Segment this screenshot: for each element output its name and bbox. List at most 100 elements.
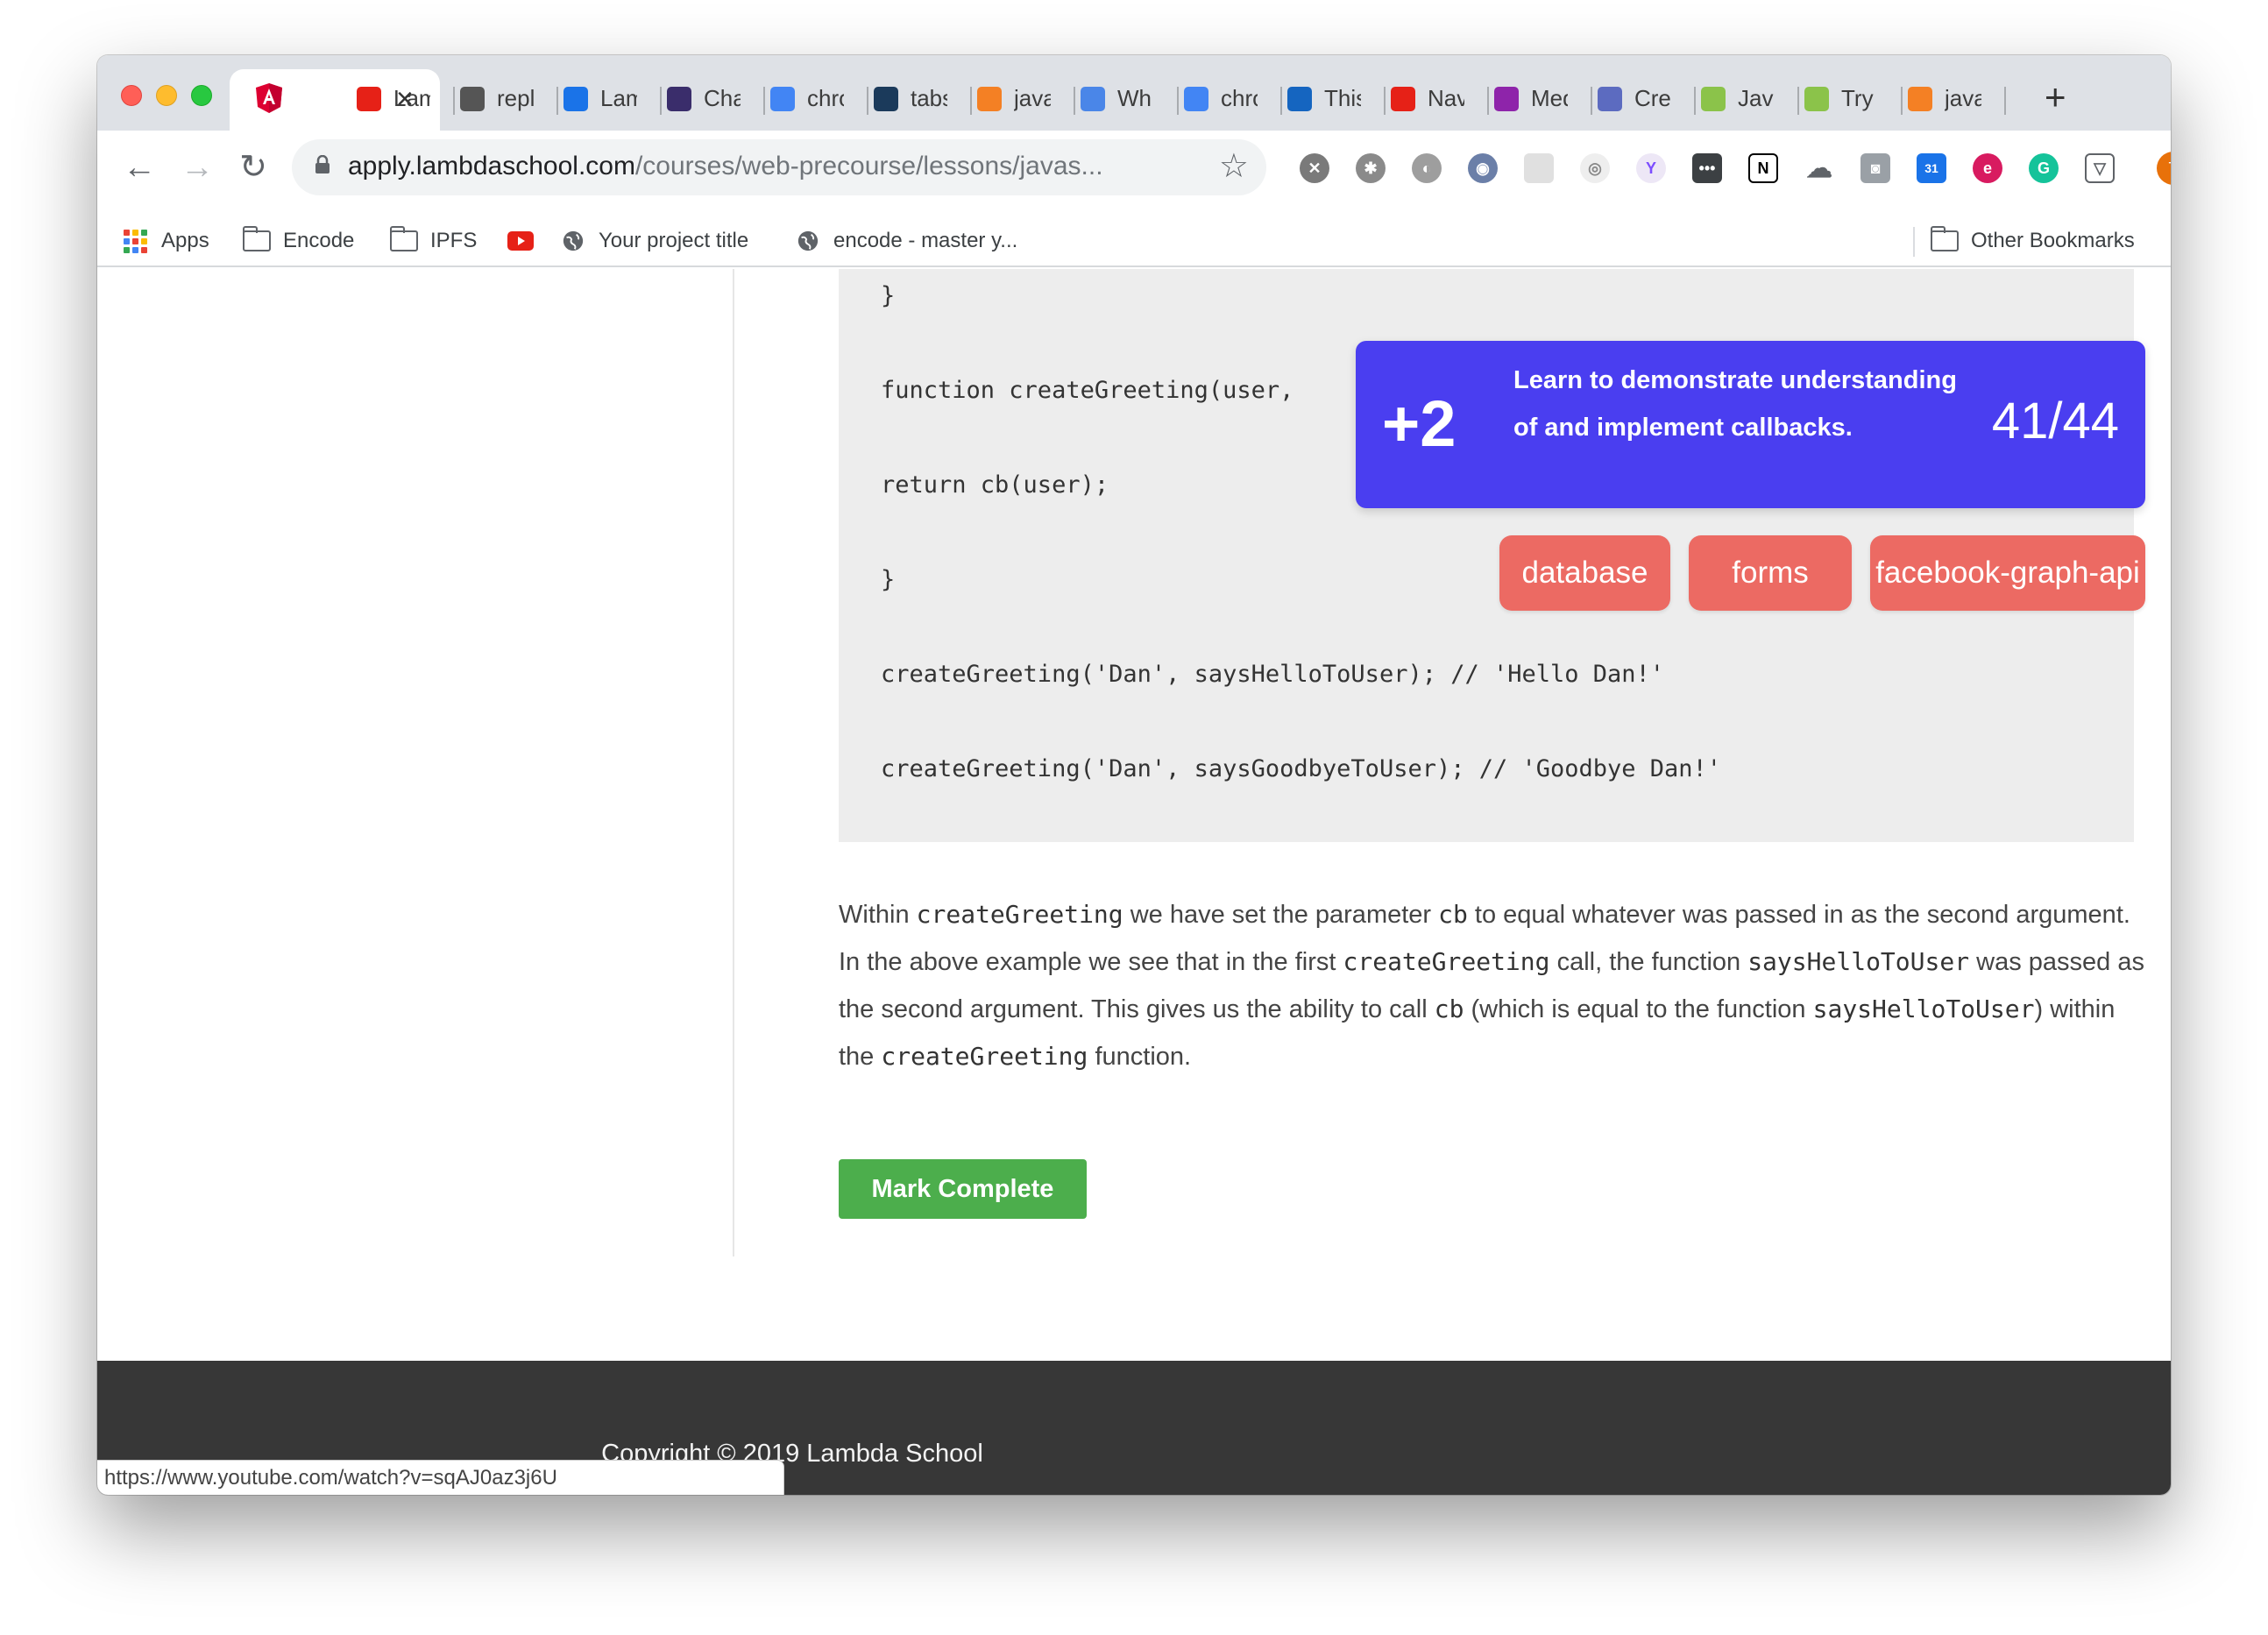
close-window-button[interactable] <box>121 85 142 106</box>
bookmark-encode-master-label: encode - master y... <box>833 229 1018 252</box>
tab-3[interactable]: Cha <box>667 81 765 125</box>
bookmark-project[interactable]: Your project title <box>560 225 748 257</box>
tab-label: Wh <box>1117 85 1152 111</box>
tab-4[interactable]: chro <box>770 81 868 125</box>
replit-icon <box>460 87 485 111</box>
extension-e-icon[interactable]: e <box>1973 153 2002 183</box>
lesson-paragraph: Within createGreeting we have set the pa… <box>839 891 2144 1080</box>
tab-5[interactable]: tabs <box>874 81 972 125</box>
doc-icon <box>1287 87 1312 111</box>
tab-6[interactable]: java <box>977 81 1075 125</box>
new-tab-button[interactable]: + <box>2045 76 2066 118</box>
bookmark-encode-master[interactable]: encode - master y... <box>795 225 1017 257</box>
youtube-icon <box>1391 87 1415 111</box>
tag-database[interactable]: database <box>1499 535 1670 611</box>
tab-15[interactable]: java <box>1908 81 2006 125</box>
camera-icon[interactable]: ◙ <box>1860 153 1890 183</box>
tab-separator <box>1694 87 1696 115</box>
bookmark-encode-label: Encode <box>283 229 355 252</box>
bookmark-ipfs[interactable]: IPFS <box>390 225 477 257</box>
tab-1[interactable]: repl <box>460 81 558 125</box>
mark-complete-button[interactable]: Mark Complete <box>839 1159 1087 1219</box>
extension-dots-icon[interactable]: ••• <box>1692 153 1722 183</box>
bookmark-star-icon[interactable]: ☆ <box>1219 146 1249 186</box>
tab-13[interactable]: Jav <box>1701 81 1799 125</box>
minimize-window-button[interactable] <box>156 85 177 106</box>
tab-10[interactable]: Nav <box>1391 81 1489 125</box>
address-bar[interactable]: apply.lambdaschool.com/courses/web-preco… <box>292 139 1266 195</box>
url-path: /courses/web-precourse/lessons/javas... <box>634 152 1103 180</box>
bookmark-apps-label: Apps <box>161 229 209 252</box>
inline-code: cb <box>1434 994 1464 1023</box>
tab-separator <box>763 87 765 115</box>
tab-label: This <box>1324 85 1361 111</box>
tab-label: Jav <box>1738 85 1774 111</box>
reload-icon[interactable]: ↻ <box>236 150 271 185</box>
bookmark-apps[interactable]: Apps <box>124 225 209 257</box>
grammarly-icon[interactable]: G <box>2029 153 2059 183</box>
url-host: apply.lambdaschool.com <box>348 152 635 180</box>
profile-avatar[interactable]: T <box>2157 152 2171 185</box>
cloud-icon[interactable]: ☁ <box>1804 153 1834 183</box>
inline-code: createGreeting <box>1343 947 1550 976</box>
url-text: apply.lambdaschool.com/courses/web-preco… <box>348 152 1103 181</box>
extension-moon-icon[interactable]: ◐ <box>1412 153 1442 183</box>
browser-toolbar: ← → ↻ apply.lambdaschool.com/courses/web… <box>97 131 2171 215</box>
objective-description: Learn to demonstrate understanding of an… <box>1513 366 1957 442</box>
tab-separator <box>556 87 558 115</box>
para-text: (which is equal to the function <box>1464 995 1813 1023</box>
tab-14[interactable]: Try <box>1804 81 1903 125</box>
code-line: } <box>881 566 896 593</box>
folder-icon <box>243 226 271 251</box>
tab-separator <box>1487 87 1489 115</box>
tab-11[interactable]: Med <box>1494 81 1592 125</box>
tab-0[interactable]: Lam <box>357 81 455 125</box>
tab-9[interactable]: This <box>1287 81 1386 125</box>
chrome-icon <box>1184 87 1208 111</box>
bookmarks-divider <box>1913 227 1915 257</box>
calendar-icon[interactable]: 31 <box>1917 153 1946 183</box>
back-arrow-icon[interactable]: ← <box>122 150 157 185</box>
tag-forms[interactable]: forms <box>1689 535 1852 611</box>
pocket-icon[interactable]: ▽ <box>2085 153 2115 183</box>
tab-12[interactable]: Cre <box>1598 81 1696 125</box>
tab-label: repl <box>497 85 534 111</box>
objective-progress: 41/44 <box>1991 393 2119 449</box>
tag-facebook-graph-api[interactable]: facebook-graph-api <box>1870 535 2145 611</box>
chrome-icon <box>770 87 795 111</box>
maximize-window-button[interactable] <box>191 85 212 106</box>
bookmark-other[interactable]: Other Bookmarks <box>1931 225 2135 257</box>
folder-icon <box>390 226 418 251</box>
tab-label: Lam <box>600 85 637 111</box>
tab-7[interactable]: Wh <box>1081 81 1179 125</box>
points-value: +2 <box>1382 387 1456 460</box>
status-bar-url: https://www.youtube.com/watch?v=sqAJ0az3… <box>97 1460 784 1495</box>
extension-compass-icon[interactable]: ◉ <box>1468 153 1498 183</box>
bookmark-encode[interactable]: Encode <box>243 225 354 257</box>
tab-2[interactable]: Lam <box>563 81 662 125</box>
tab-label: chro <box>807 85 844 111</box>
lesson-page: } function createGreeting(user, return c… <box>97 269 2171 1495</box>
tab-separator <box>1074 87 1075 115</box>
tab-separator <box>970 87 972 115</box>
bookmark-ipfs-label: IPFS <box>430 229 478 252</box>
forward-arrow-icon[interactable]: → <box>180 150 215 185</box>
extension-target-icon[interactable]: ◎ <box>1580 153 1610 183</box>
tab-separator <box>1280 87 1282 115</box>
inline-code: saysHelloToUser <box>1812 994 2035 1023</box>
layers-icon <box>563 87 588 111</box>
vuetify-icon <box>1494 87 1519 111</box>
tab-strip: × LamreplLamChachrotabsjavaWhchroThisNav… <box>97 55 2171 131</box>
extension-reader-icon[interactable]: ✕ <box>1300 153 1329 183</box>
code-line: createGreeting('Dan', saysHelloToUser); … <box>881 661 1665 688</box>
extension-grid-icon[interactable] <box>1524 153 1554 183</box>
extension-bug-icon[interactable]: ✱ <box>1356 153 1386 183</box>
notion-icon[interactable]: N <box>1748 153 1778 183</box>
extension-y-icon[interactable]: Y <box>1636 153 1666 183</box>
code-line: return cb(user); <box>881 471 1109 499</box>
tab-label: java <box>1014 85 1051 111</box>
codepen-icon <box>667 87 691 111</box>
bookmark-youtube[interactable] <box>507 225 534 257</box>
tab-label: Try <box>1841 85 1874 111</box>
tab-8[interactable]: chro <box>1184 81 1282 125</box>
